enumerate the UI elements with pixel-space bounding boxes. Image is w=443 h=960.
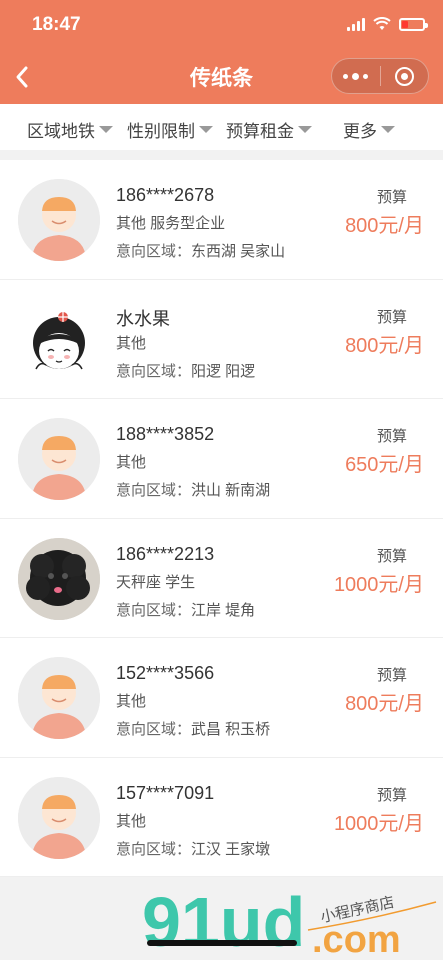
preferred-area: 意向区域：东西湖 吴家山 [116,240,285,261]
default-avatar-icon [18,776,100,859]
poster-tags: 其他 [116,812,147,830]
poster-tags: 其他 服务型企业 [116,215,226,232]
budget-price: 800元/月 [345,334,424,357]
budget-price: 800元/月 [345,693,424,715]
poster-name: 186****2678 [116,185,215,205]
default-avatar-icon [18,179,100,261]
filter-label: 更多 [343,122,377,141]
area-label: 意向区域： [116,362,192,380]
list-item[interactable]: 水水果 其他 意向区域：阳逻 阳逻 预算 800元/月 [0,280,443,399]
budget-price: 650元/月 [345,454,424,476]
area-value: 江岸 堤角 [191,601,256,619]
budget-label: 预算 [376,667,407,684]
poster-tags: 天秤座 学生 [116,573,196,591]
budget-label: 预算 [376,308,407,326]
watermark-logo: 91ud .com 小程序商店 [142,883,437,960]
list-item[interactable]: 188****3852 其他 意向区域：洪山 新南湖 预算 650元/月 [0,399,443,519]
area-value: 东西湖 吴家山 [191,243,286,260]
home-indicator [147,940,297,946]
filter-budget[interactable]: 预算租金 [226,117,312,142]
area-label: 意向区域： [116,721,192,738]
preferred-area: 意向区域：洪山 新南湖 [116,479,270,500]
cartoon-girl-avatar [18,298,100,381]
budget-price: 1000元/月 [333,573,424,596]
status-time: 18:47 [32,14,81,35]
filter-gender[interactable]: 性别限制 [127,117,213,142]
poster-name: 152****3566 [116,663,215,683]
battery-icon [399,17,428,31]
status-icons [347,17,428,31]
poster-name: 157****7091 [116,782,215,803]
budget-price: 800元/月 [345,215,424,237]
filter-label: 性别限制 [127,122,195,141]
budget-label: 预算 [376,786,407,804]
budget-label: 预算 [376,189,407,206]
poster-name: 188****3852 [116,424,215,444]
poster-name: 水水果 [116,308,170,329]
close-miniprogram-button[interactable] [381,59,429,93]
list-item[interactable]: 157****7091 其他 意向区域：江汉 王家墩 预算 1000元/月 [0,758,443,877]
signal-icon [347,17,365,31]
area-label: 意向区域： [116,243,192,260]
preferred-area: 意向区域：阳逻 阳逻 [116,360,255,381]
area-value: 阳逻 阳逻 [191,362,256,380]
target-icon [394,66,414,86]
budget-label: 预算 [376,547,407,565]
poster-tags: 其他 [116,334,147,352]
more-menu-button[interactable] [332,59,380,93]
area-label: 意向区域： [116,482,192,499]
poster-tags: 其他 [116,693,147,710]
area-label: 意向区域： [116,601,192,619]
filter-label: 区域地铁 [27,122,95,141]
top-bar: 18:47 传纸条 [0,0,443,104]
list-item[interactable]: 186****2678 其他 服务型企业 意向区域：东西湖 吴家山 预算 800… [0,160,443,280]
listing-list: 186****2678 其他 服务型企业 意向区域：东西湖 吴家山 预算 800… [0,160,443,877]
filter-area-metro[interactable]: 区域地铁 [27,117,113,142]
poster-tags: 其他 [116,454,147,471]
budget-label: 预算 [376,428,407,445]
caret-down-icon [199,126,213,133]
area-label: 意向区域： [116,840,192,858]
black-poodle-photo [18,537,100,620]
budget-price: 1000元/月 [333,812,424,835]
filter-bar: 区域地铁 性别限制 预算租金 更多 [0,104,443,150]
preferred-area: 意向区域：武昌 积玉桥 [116,718,270,739]
wifi-icon [373,17,391,30]
caret-down-icon [381,126,395,133]
default-avatar-icon [18,418,100,500]
area-value: 江汉 王家墩 [191,840,271,858]
list-item[interactable]: 152****3566 其他 意向区域：武昌 积玉桥 预算 800元/月 [0,638,443,758]
filter-more[interactable]: 更多 [343,117,395,142]
caret-down-icon [99,126,113,133]
default-avatar-icon [18,657,100,739]
poster-name: 186****2213 [116,543,215,564]
area-value: 洪山 新南湖 [191,482,271,499]
svg-text:91ud: 91ud [142,883,305,960]
miniprogram-capsule [331,58,429,94]
filter-label: 预算租金 [226,122,294,141]
preferred-area: 意向区域：江岸 堤角 [116,599,255,620]
list-item[interactable]: 186****2213 天秤座 学生 意向区域：江岸 堤角 预算 1000元/月 [0,519,443,638]
preferred-area: 意向区域：江汉 王家墩 [116,838,270,859]
caret-down-icon [298,126,312,133]
area-value: 武昌 积玉桥 [191,721,271,738]
